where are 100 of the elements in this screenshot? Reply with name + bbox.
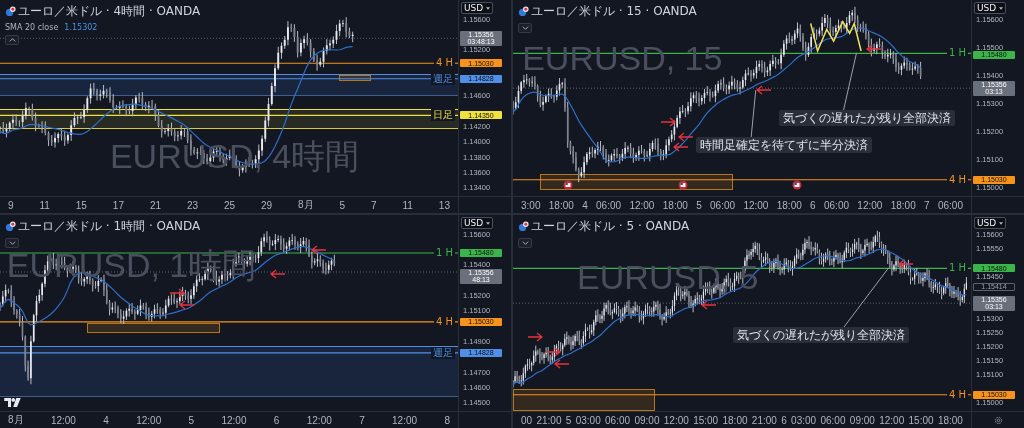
time-tick: 00 — [521, 414, 533, 426]
chart-title: ユーロ／米ドル · 5 · OANDA — [531, 218, 690, 235]
collapse-button[interactable] — [5, 35, 19, 45]
currency-pair-icon — [5, 221, 16, 232]
time-tick: 18:00 — [776, 199, 802, 211]
level-label: 4 H — [946, 173, 968, 186]
time-tick: 09:00 — [634, 414, 660, 426]
flag-icon[interactable] — [792, 180, 803, 191]
currency-pair-icon — [5, 6, 16, 17]
time-tick: 09:00 — [849, 414, 875, 426]
chevron-down-icon — [521, 241, 529, 245]
time-tick: 3:00 — [521, 199, 541, 211]
arrow-marker — [865, 44, 882, 54]
arrow-marker — [545, 347, 562, 358]
currency-button[interactable]: USD — [461, 217, 493, 229]
arrow-marker — [897, 259, 914, 269]
currency-button[interactable]: USD — [974, 217, 1006, 229]
callout-note: 気づくの遅れたが残り全部決済 — [778, 109, 955, 126]
currency-pair-icon — [518, 221, 529, 232]
time-tick: 8月 — [298, 198, 314, 212]
collapse-button[interactable] — [5, 238, 19, 248]
indicator-name: SMA 20 close — [5, 23, 59, 32]
currency-pair-icon — [518, 6, 529, 17]
time-tick: 06:00 — [937, 199, 963, 211]
time-tick: 7 — [371, 199, 377, 211]
arrow-marker — [659, 116, 676, 127]
time-tick: 15 — [75, 199, 87, 211]
flag-icon[interactable] — [677, 180, 688, 191]
time-tick: 15:00 — [693, 414, 719, 426]
time-tick: 25 — [224, 199, 236, 211]
time-tick: 21:00 — [751, 414, 777, 426]
caret-icon — [486, 6, 490, 10]
indicator-value: 1.15302 — [64, 23, 98, 32]
time-tick: 06:00 — [596, 199, 622, 211]
settings-icon[interactable] — [993, 415, 1003, 425]
time-tick: 03:00 — [575, 414, 601, 426]
time-tick: 03:00 — [791, 414, 817, 426]
caret-icon — [999, 221, 1003, 225]
arrow-marker — [554, 358, 571, 369]
time-tick: 7 — [924, 199, 930, 211]
level-label: 4 H — [433, 315, 455, 328]
collapse-button[interactable] — [518, 23, 532, 33]
time-tick: 12:00 — [629, 199, 655, 211]
time-tick: 12:00 — [663, 414, 689, 426]
leader-line — [750, 89, 757, 138]
time-tick: 17 — [112, 199, 124, 211]
time-tick: 12:00 — [221, 414, 247, 426]
caret-icon — [486, 221, 490, 225]
callout-note: 気づくの遅れたが残り全部決済 — [732, 326, 909, 343]
arrow-marker — [311, 245, 328, 256]
time-tick: 7 — [359, 414, 365, 426]
time-tick: 5 — [565, 414, 572, 426]
time-tick: 21 — [149, 199, 161, 211]
currency-button[interactable]: USD — [461, 2, 493, 14]
time-tick: 06:00 — [710, 199, 736, 211]
time-tick: 5 — [696, 199, 702, 211]
caret-icon — [999, 6, 1003, 10]
time-tick: 11 — [402, 199, 413, 211]
time-tick: 5 — [339, 199, 346, 211]
time-tick: 23 — [186, 199, 199, 211]
time-tick: 18:00 — [722, 414, 748, 426]
time-tick: 8 — [444, 414, 450, 426]
time-tick: 12:00 — [857, 199, 883, 211]
leader-line — [842, 267, 890, 330]
chart-title: ユーロ／米ドル · 15 · OANDA — [531, 3, 697, 20]
currency-button[interactable]: USD — [974, 2, 1006, 14]
time-tick: 6 — [810, 199, 816, 211]
time-tick: 12:00 — [743, 199, 769, 211]
time-tick: 18:00 — [890, 199, 916, 211]
arrow-marker — [755, 85, 772, 96]
time-tick: 4 — [103, 414, 109, 426]
time-tick: 8月 — [8, 413, 24, 427]
time-tick: 12:00 — [136, 414, 162, 426]
chart-title: ユーロ／米ドル · 1時間 · OANDA — [18, 218, 201, 235]
arrow-marker — [700, 300, 717, 311]
time-tick: 18:00 — [662, 199, 688, 211]
time-tick: 12:00 — [306, 414, 332, 426]
arrow-marker — [673, 142, 690, 152]
chart-title: ユーロ／米ドル · 4時間 · OANDA — [18, 3, 201, 20]
level-label: 週足 — [431, 346, 455, 359]
level-label: 4 H — [946, 388, 968, 401]
chevron-down-icon — [8, 241, 16, 245]
time-tick: 12:00 — [879, 414, 905, 426]
flag-icon[interactable] — [563, 180, 574, 191]
arrow-marker — [526, 331, 543, 342]
range-box — [338, 75, 371, 82]
level-label: 日足 — [431, 109, 455, 122]
time-tick: 15:00 — [908, 414, 934, 426]
time-tick: 13 — [438, 199, 450, 211]
time-tick: 5 — [188, 414, 195, 426]
arrow-marker — [178, 300, 195, 311]
time-tick: 06:00 — [824, 199, 849, 211]
time-tick: 06:00 — [820, 414, 846, 426]
time-tick: 6 — [273, 414, 280, 426]
time-tick: 4 — [582, 199, 588, 211]
collapse-button[interactable] — [518, 238, 532, 248]
time-tick: 21:00 — [536, 414, 562, 426]
chevron-up-icon — [8, 38, 16, 42]
time-tick: 9 — [8, 199, 14, 211]
arrow-marker — [270, 268, 287, 279]
